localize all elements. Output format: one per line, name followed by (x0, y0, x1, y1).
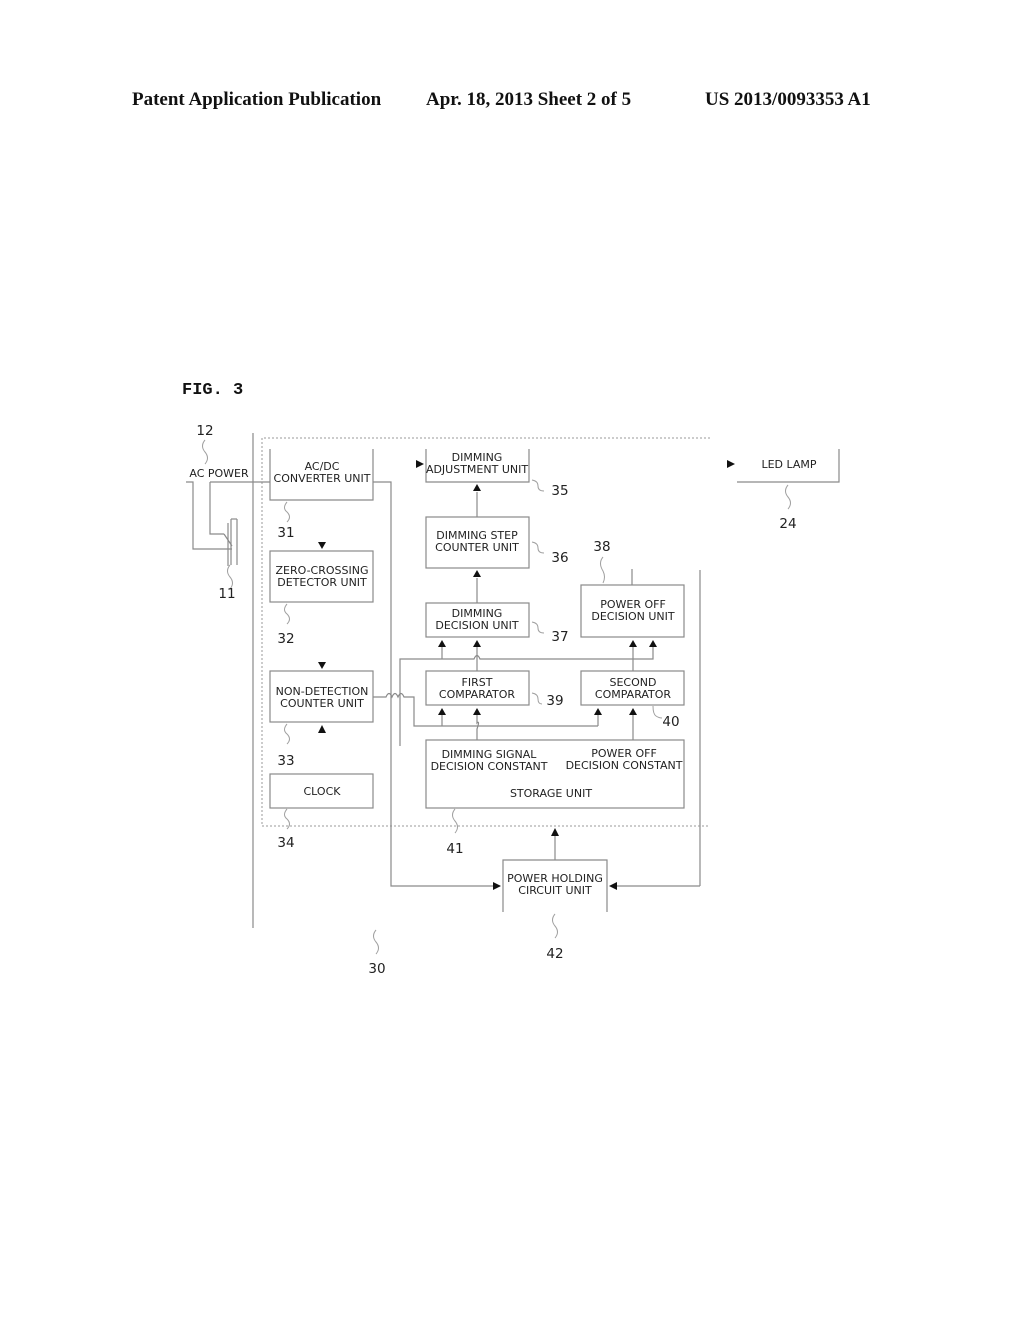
acdc-line2: CONVERTER UNIT (274, 472, 371, 485)
arrow-icon (629, 708, 637, 715)
da-line2: ADJUSTMENT UNIT (426, 463, 528, 476)
storage-left-line2: DECISION CONSTANT (431, 760, 548, 773)
ref-34: 34 (277, 835, 294, 851)
dimming-decision-block: DIMMING DECISION UNIT (425, 602, 530, 638)
ref-39: 39 (546, 693, 563, 709)
dimming-step-counter-block: DIMMING STEP COUNTER UNIT (425, 516, 530, 569)
first-comparator-block: FIRST COMPARATOR (425, 670, 530, 706)
ref-37: 37 (551, 629, 568, 645)
arrow-icon (416, 460, 424, 468)
acdc-converter-block: AC/DC CONVERTER UNIT (269, 449, 374, 501)
arrow-icon (473, 570, 481, 577)
nd-line2: COUNTER UNIT (280, 697, 364, 710)
storage-title: STORAGE UNIT (510, 787, 592, 800)
arrow-icon (318, 542, 326, 549)
ref-41: 41 (446, 841, 463, 857)
ref-31: 31 (277, 525, 294, 541)
arrow-icon (318, 725, 326, 733)
ref-38: 38 (593, 539, 610, 555)
led-lamp-block: LED LAMP (737, 449, 840, 483)
ds-line2: COUNTER UNIT (435, 541, 519, 554)
ref-40: 40 (662, 714, 679, 730)
pod-line2: DECISION UNIT (591, 610, 674, 623)
power-off-decision-block: POWER OFF DECISION UNIT (580, 584, 685, 638)
arrow-icon (473, 640, 481, 647)
power-holding-circuit-block: POWER HOLDING CIRCUIT UNIT (502, 859, 608, 912)
zc-line2: DETECTOR UNIT (277, 576, 367, 589)
ref-11: 11 (218, 586, 235, 602)
arrow-icon (473, 484, 481, 491)
arrow-icon (438, 708, 446, 715)
ph-line2: CIRCUIT UNIT (518, 884, 592, 897)
ref-32: 32 (277, 631, 294, 647)
clock-label: CLOCK (304, 785, 342, 798)
arrow-icon (473, 708, 481, 715)
ref-36: 36 (551, 550, 568, 566)
arrow-icon (609, 882, 617, 890)
ac-power-switch (186, 481, 270, 566)
led-lamp-label: LED LAMP (761, 458, 816, 471)
arrow-icon (629, 640, 637, 647)
arrow-icon (551, 828, 559, 836)
ac-power-label: AC POWER (189, 467, 249, 480)
sc-line2: COMPARATOR (595, 688, 672, 701)
block-diagram: AC/DC CONVERTER UNIT ZERO-CROSSING DETEC… (186, 423, 840, 977)
arrow-icon (727, 460, 735, 468)
dimming-adjustment-block: DIMMING ADJUSTMENT UNIT (425, 449, 530, 483)
dd-line2: DECISION UNIT (435, 619, 518, 632)
arrow-icon (594, 708, 602, 715)
ref-30: 30 (368, 961, 385, 977)
ref-33: 33 (277, 753, 294, 769)
ref-12: 12 (196, 423, 213, 439)
non-detection-counter-block: NON-DETECTION COUNTER UNIT (269, 670, 374, 723)
ref-42: 42 (546, 946, 563, 962)
arrow-icon (649, 640, 657, 647)
arrow-icon (493, 882, 501, 890)
storage-right-line2: DECISION CONSTANT (566, 759, 683, 772)
clock-block: CLOCK (269, 773, 374, 809)
second-comparator-block: SECOND COMPARATOR (580, 670, 685, 706)
zero-crossing-block: ZERO-CROSSING DETECTOR UNIT (269, 550, 374, 603)
arrow-icon (318, 662, 326, 669)
ref-35: 35 (551, 483, 568, 499)
arrow-icon (438, 640, 446, 647)
storage-unit-block: DIMMING SIGNAL DECISION CONSTANT POWER O… (425, 739, 685, 809)
ref-24: 24 (779, 516, 796, 532)
fc-line2: COMPARATOR (439, 688, 516, 701)
